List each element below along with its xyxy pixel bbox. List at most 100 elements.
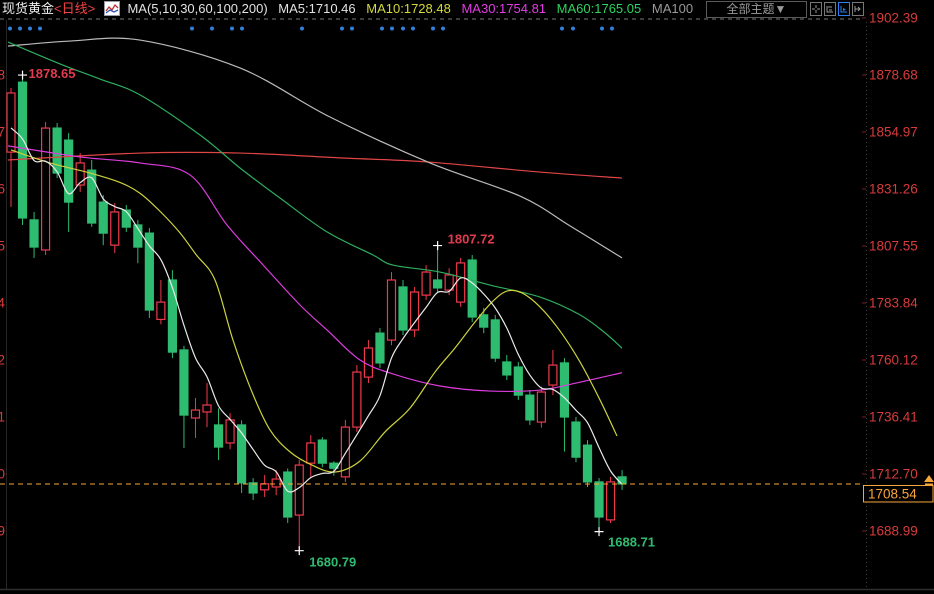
svg-text:1760.12: 1760.12 — [0, 352, 5, 367]
svg-text:1878.68: 1878.68 — [0, 67, 5, 82]
symbol-name: 现货黄金 — [2, 0, 54, 17]
svg-text:1736.41: 1736.41 — [0, 409, 5, 424]
axis-label: 1831.26 — [869, 181, 918, 196]
event-dot — [571, 27, 575, 31]
ma60-value: MA60:1765.05 — [557, 0, 642, 17]
event-dot — [441, 27, 445, 31]
crosshair-icon[interactable] — [810, 2, 822, 16]
marker-cross-icon — [18, 71, 27, 80]
svg-text:1712.70: 1712.70 — [0, 466, 5, 481]
extreme-price-label: 1878.65 — [29, 66, 76, 81]
candle-up — [203, 405, 211, 412]
candle-up — [364, 348, 372, 377]
current-price-value: 1708.54 — [868, 486, 917, 501]
mini-chart-icon — [104, 1, 120, 16]
candle-down — [595, 482, 603, 517]
svg-text:1783.84: 1783.84 — [0, 295, 5, 310]
candle-up — [537, 392, 545, 422]
axis-label: 1712.70 — [869, 466, 918, 481]
axis-label: 1688.99 — [869, 523, 918, 538]
event-dot — [190, 27, 194, 31]
svg-text:1807.55: 1807.55 — [0, 238, 5, 253]
event-dot — [38, 27, 42, 31]
extreme-price-label: 1688.71 — [608, 535, 655, 550]
extreme-price-label: 1807.72 — [448, 232, 495, 247]
svg-text:1831.26: 1831.26 — [0, 181, 5, 196]
event-dot — [350, 27, 354, 31]
candle-down — [180, 350, 188, 415]
axis-label: 1878.68 — [869, 67, 918, 82]
toolbar: 现货黄金<日线> MA(5,10,30,60,100,200) MA5:1710… — [0, 0, 934, 19]
candle-up — [111, 212, 119, 245]
event-dot — [380, 27, 384, 31]
marker-cross-icon — [595, 527, 604, 536]
candle-up — [7, 93, 15, 152]
candle-up — [387, 280, 395, 340]
event-dot — [431, 27, 435, 31]
candle-down — [318, 440, 326, 463]
ma-line-MA60 — [8, 42, 622, 348]
candle-down — [145, 233, 153, 310]
candle-down — [99, 202, 107, 233]
candle-down — [376, 333, 384, 363]
event-dot — [560, 27, 564, 31]
candle-up — [76, 163, 84, 185]
auto-fit-icon[interactable] — [838, 2, 850, 16]
event-dot — [210, 27, 214, 31]
axis-label: 1783.84 — [869, 295, 918, 310]
event-dot — [18, 27, 22, 31]
price-axis: 1902.391878.681854.971831.261807.551783.… — [862, 11, 918, 539]
ma-line-MA5 — [11, 128, 622, 492]
candle-up — [422, 272, 430, 295]
candle-down — [503, 362, 511, 375]
event-dot — [300, 27, 304, 31]
ma-formula-label: MA(5,10,30,60,100,200) — [127, 0, 267, 17]
marker-cross-icon — [433, 241, 442, 250]
candle-up — [353, 372, 361, 427]
timeframe-label: <日线> — [54, 0, 95, 17]
event-dot — [401, 27, 405, 31]
ma-line-MA30 — [8, 146, 622, 392]
candle-up — [607, 482, 615, 520]
candle-down — [618, 477, 626, 484]
ma-line-MA10 — [11, 150, 617, 472]
event-dot — [230, 27, 234, 31]
candle-down — [399, 287, 407, 330]
candle-down — [19, 82, 27, 218]
candle-up — [157, 302, 165, 319]
axis-scale-icon[interactable] — [824, 2, 836, 16]
candle-up — [549, 365, 557, 385]
pan-right-icon[interactable] — [852, 2, 864, 16]
marker-cross-icon — [295, 546, 304, 555]
ma30-value: MA30:1754.81 — [461, 0, 546, 17]
candle-down — [168, 280, 176, 352]
event-dot — [411, 27, 415, 31]
event-dot — [600, 27, 604, 31]
candle-up — [261, 484, 269, 490]
candle-down — [480, 315, 488, 327]
price-up-arrow-icon — [924, 475, 934, 482]
candle-down — [526, 395, 534, 420]
candle-down — [284, 472, 292, 517]
axis-label: 1854.97 — [869, 124, 918, 139]
current-price-marker: 1708.54 — [0, 475, 934, 502]
svg-text:1688.99: 1688.99 — [0, 523, 5, 538]
candle-up — [272, 479, 280, 487]
ma-line-MA200 — [8, 152, 622, 178]
theme-selector-button[interactable]: 全部主题▼ — [706, 1, 807, 18]
axis-label: 1760.12 — [869, 352, 918, 367]
candle-up — [307, 443, 315, 463]
event-dot — [390, 27, 394, 31]
ma10-value: MA10:1728.48 — [366, 0, 451, 17]
candles — [7, 75, 626, 551]
candle-down — [53, 128, 61, 173]
svg-text:1854.97: 1854.97 — [0, 124, 5, 139]
price-annotations: 1878.651807.721680.791688.71 — [18, 66, 655, 570]
candle-down — [215, 425, 223, 447]
candle-down — [560, 363, 568, 417]
candle-down — [434, 280, 442, 288]
chart-tool-buttons — [810, 2, 864, 16]
axis-label: 1736.41 — [869, 409, 918, 424]
candlestick-chart[interactable]: 1902.391878.681854.971831.261807.551783.… — [0, 0, 934, 594]
event-dot — [610, 27, 614, 31]
